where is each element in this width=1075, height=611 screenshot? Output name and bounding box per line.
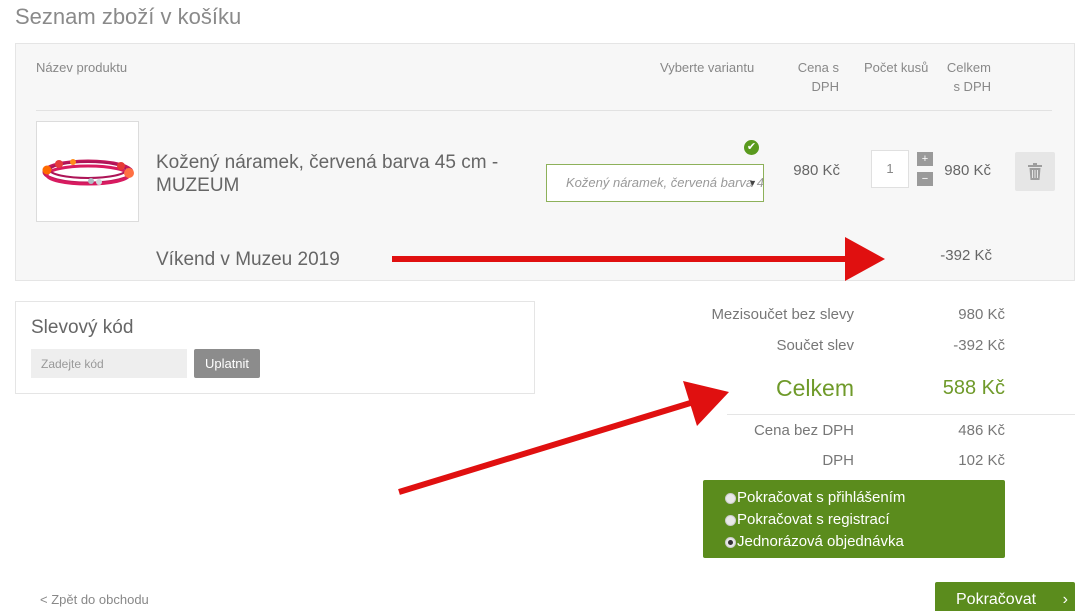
annotation-arrow-discount (392, 237, 885, 281)
annotation-arrows (392, 237, 885, 495)
annotation-arrow-total (398, 381, 729, 495)
